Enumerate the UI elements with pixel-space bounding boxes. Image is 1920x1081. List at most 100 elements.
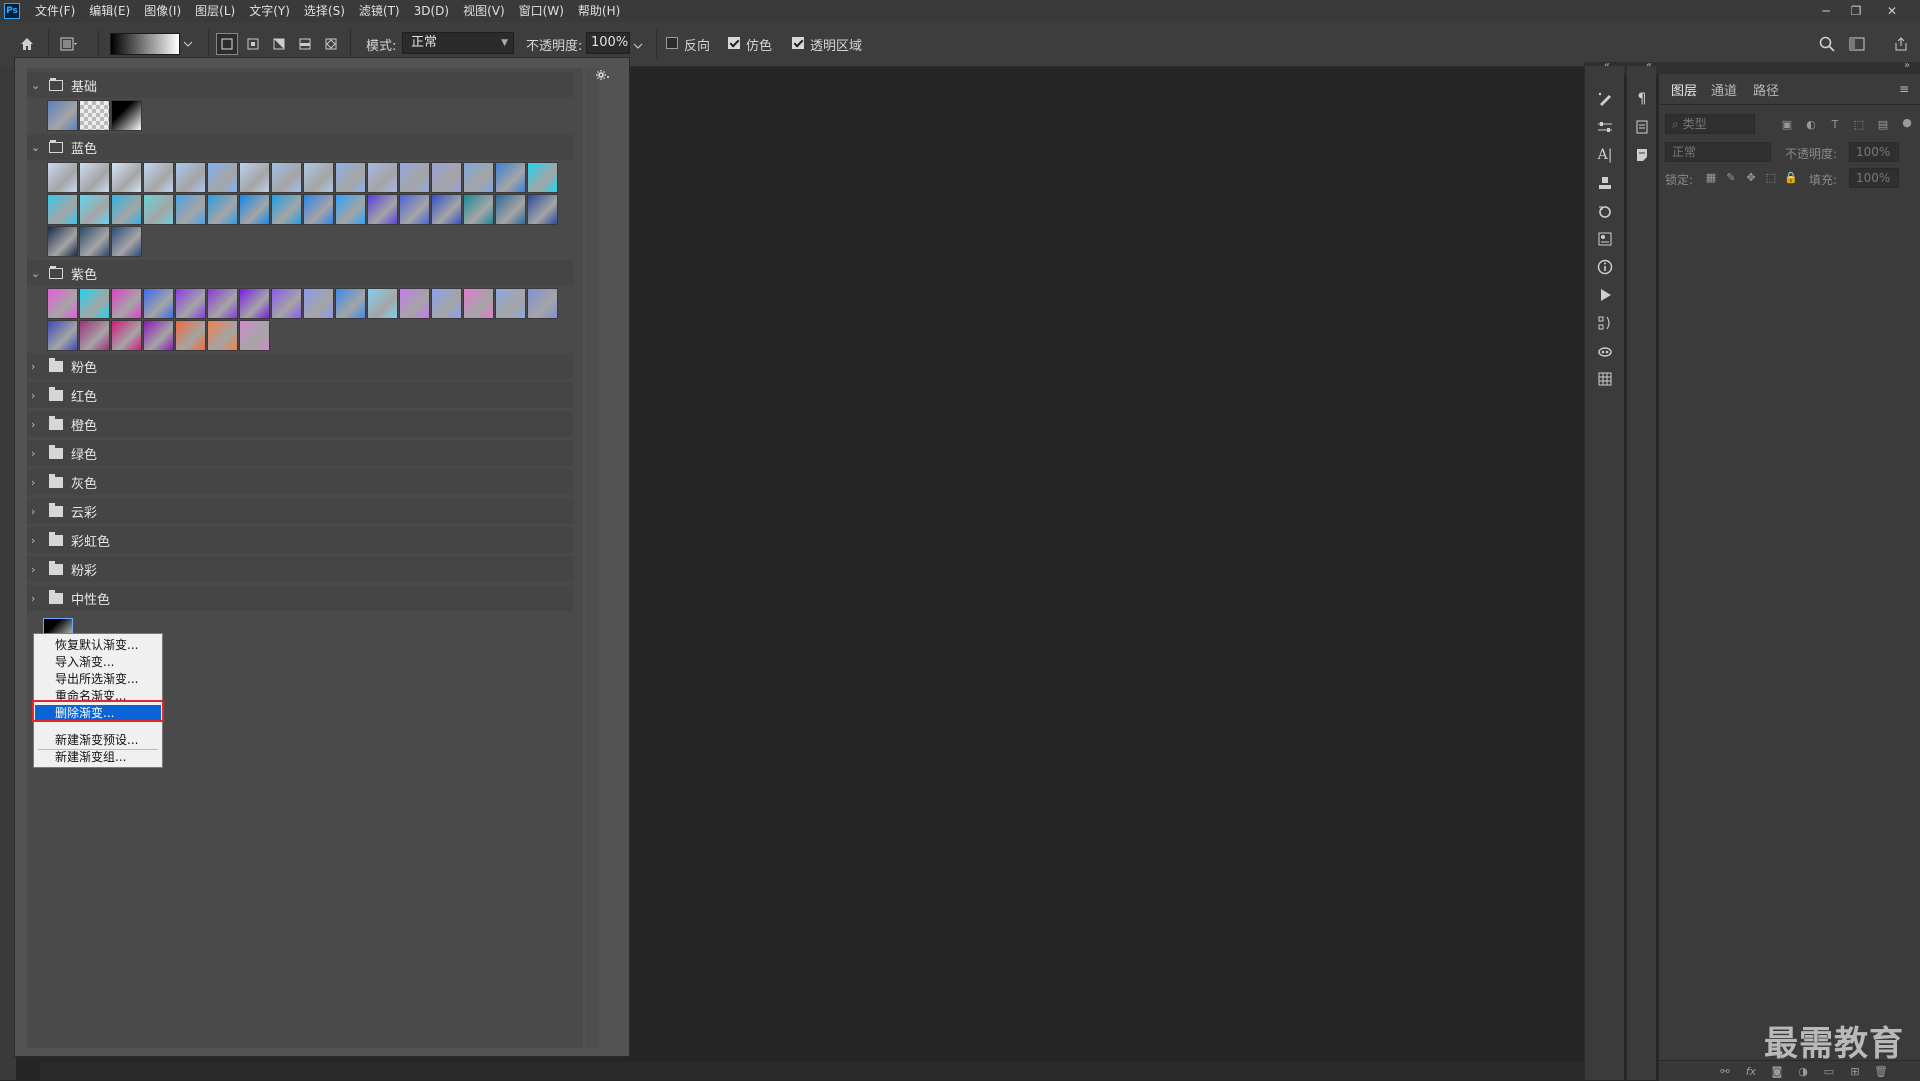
lock-artboard-icon[interactable]: ⬚ [1763, 169, 1779, 185]
adjustments-icon[interactable] [1594, 116, 1616, 138]
blue-swatch[interactable] [271, 194, 302, 225]
delete-layer-icon[interactable]: 🗑 [1873, 1063, 1889, 1079]
filter-type-icon[interactable]: T [1827, 116, 1843, 132]
purple-swatch[interactable] [431, 288, 462, 319]
reverse-checkbox[interactable] [666, 37, 678, 49]
basic-swatch[interactable] [111, 100, 142, 131]
linear-gradient-button[interactable] [216, 33, 238, 55]
purple-swatch[interactable] [207, 320, 238, 351]
gradient-group-neutral[interactable]: › 中性色 [27, 585, 573, 611]
paths-icon[interactable] [1594, 312, 1616, 334]
gradient-group-cloud[interactable]: › 云彩 [27, 498, 573, 524]
purple-swatch[interactable] [207, 288, 238, 319]
gradient-group-rainbow[interactable]: › 彩虹色 [27, 527, 573, 553]
filter-pixel-icon[interactable]: ▣ [1779, 116, 1795, 132]
purple-swatch[interactable] [111, 288, 142, 319]
filter-toggle-icon[interactable]: ● [1899, 114, 1915, 130]
lock-position-icon[interactable]: ✥ [1743, 169, 1759, 185]
opacity-chevron-icon[interactable] [630, 35, 646, 57]
gradient-group-blue[interactable]: ⌄ 蓝色 [27, 134, 573, 160]
blue-swatch[interactable] [47, 194, 78, 225]
purple-swatch[interactable] [79, 320, 110, 351]
mode-select[interactable]: 正常 ▼ [402, 32, 514, 54]
opacity-input[interactable]: 100% [586, 32, 630, 54]
menu-item-reset-gradients[interactable]: 恢复默认渐变... [35, 637, 161, 654]
purple-swatch[interactable] [239, 320, 270, 351]
panel-menu-icon[interactable]: ≡ [1899, 82, 1909, 96]
blue-swatch[interactable] [271, 162, 302, 193]
fx-icon[interactable]: fx [1743, 1063, 1759, 1079]
gradient-group-gray[interactable]: › 灰色 [27, 469, 573, 495]
brush-icon[interactable] [1594, 88, 1616, 110]
blue-swatch[interactable] [143, 162, 174, 193]
blue-swatch[interactable] [111, 162, 142, 193]
adjustment-layer-icon[interactable]: ◑ [1795, 1063, 1811, 1079]
tab-channels[interactable]: 通道 [1711, 80, 1737, 100]
restore-icon[interactable]: ❐ [1842, 0, 1870, 22]
purple-swatch[interactable] [175, 288, 206, 319]
filter-smartobject-icon[interactable]: ▤ [1875, 116, 1891, 132]
tab-paths[interactable]: 路径 [1753, 80, 1779, 100]
blue-swatch[interactable] [335, 162, 366, 193]
radial-gradient-button[interactable] [242, 33, 264, 55]
blue-swatch[interactable] [111, 194, 142, 225]
table-grid-icon[interactable] [1594, 368, 1616, 390]
gradient-group-pastel[interactable]: › 粉彩 [27, 556, 573, 582]
purple-swatch[interactable] [47, 320, 78, 351]
gradient-group-pink[interactable]: › 粉色 [27, 353, 573, 379]
tool-preset-icon[interactable] [58, 33, 80, 55]
blue-swatch[interactable] [431, 194, 462, 225]
menu-view[interactable]: 视图(V) [456, 0, 512, 22]
notes-icon[interactable] [1631, 144, 1653, 166]
add-mask-icon[interactable]: ◙ [1769, 1063, 1785, 1079]
purple-swatch[interactable] [367, 288, 398, 319]
blue-swatch[interactable] [399, 162, 430, 193]
purple-swatch[interactable] [111, 320, 142, 351]
purple-swatch[interactable] [143, 320, 174, 351]
gear-icon[interactable] [595, 68, 611, 84]
blue-swatch[interactable] [79, 226, 110, 257]
fill-input[interactable]: 100% [1849, 168, 1899, 188]
purple-swatch[interactable] [239, 288, 270, 319]
new-group-icon[interactable]: ▭ [1821, 1063, 1837, 1079]
blue-swatch[interactable] [463, 162, 494, 193]
share-icon[interactable] [1890, 33, 1912, 55]
blue-swatch[interactable] [399, 194, 430, 225]
dither-checkbox[interactable] [728, 37, 740, 49]
gradient-list-scrollbar[interactable] [585, 68, 599, 1048]
gradient-group-orange[interactable]: › 橙色 [27, 411, 573, 437]
blue-swatch[interactable] [527, 162, 558, 193]
blue-swatch[interactable] [239, 194, 270, 225]
blue-swatch[interactable] [463, 194, 494, 225]
layer-opacity-input[interactable]: 100% [1849, 142, 1899, 162]
menu-help[interactable]: 帮助(H) [571, 0, 627, 22]
blue-swatch[interactable] [79, 194, 110, 225]
link-layers-icon[interactable]: ⚯ [1717, 1063, 1733, 1079]
blue-swatch[interactable] [239, 162, 270, 193]
filter-shape-icon[interactable]: ⬚ [1851, 116, 1867, 132]
purple-swatch[interactable] [175, 320, 206, 351]
purple-swatch[interactable] [335, 288, 366, 319]
lock-all-icon[interactable]: 🔒 [1783, 169, 1799, 185]
actions-play-icon[interactable] [1594, 284, 1616, 306]
history-icon[interactable] [1594, 200, 1616, 222]
info-icon[interactable] [1594, 256, 1616, 278]
lock-transparency-icon[interactable]: ▦ [1703, 169, 1719, 185]
menu-type[interactable]: 文字(Y) [242, 0, 297, 22]
gradient-group-basic[interactable]: ⌄ 基础 [27, 72, 573, 98]
menu-edit[interactable]: 编辑(E) [82, 0, 137, 22]
purple-swatch[interactable] [47, 288, 78, 319]
3d-icon[interactable] [1594, 340, 1616, 362]
menu-item-new-gradient-preset[interactable]: 新建渐变预设... [35, 732, 161, 749]
blue-swatch[interactable] [303, 162, 334, 193]
workspace-icon[interactable] [1846, 33, 1868, 55]
menu-image[interactable]: 图像(I) [137, 0, 188, 22]
libraries-icon[interactable] [1631, 116, 1653, 138]
diamond-gradient-button[interactable] [320, 33, 342, 55]
blue-swatch[interactable] [175, 162, 206, 193]
blue-swatch[interactable] [47, 226, 78, 257]
blue-swatch[interactable] [495, 162, 526, 193]
purple-swatch[interactable] [495, 288, 526, 319]
gradient-list[interactable]: ⌄ 基础 ⌄ 蓝色 ⌄ 紫色 › 粉色 › 红色 › 橙色 › 绿色 › 灰色 … [27, 68, 583, 1048]
purple-swatch[interactable] [399, 288, 430, 319]
